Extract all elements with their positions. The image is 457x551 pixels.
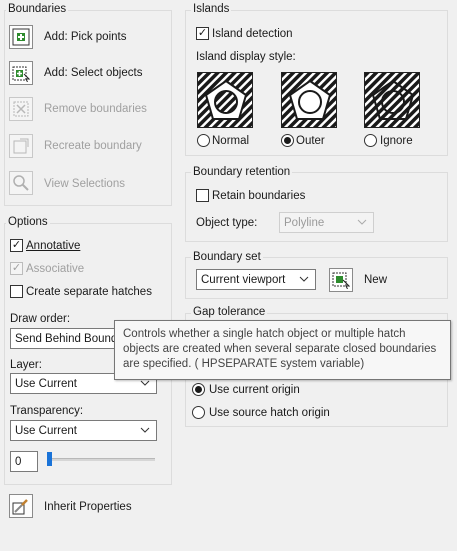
layer-label: Layer: bbox=[10, 359, 42, 371]
select-new-icon bbox=[332, 272, 350, 289]
island-detection-label[interactable]: Island detection bbox=[212, 28, 293, 40]
transparency-number-input[interactable]: 0 bbox=[10, 451, 38, 472]
island-ignore-preview[interactable] bbox=[364, 72, 420, 128]
recreate-boundary-label[interactable]: Recreate boundary bbox=[44, 140, 142, 152]
use-current-origin-radio[interactable] bbox=[192, 383, 205, 396]
recreate-boundary-button[interactable] bbox=[9, 134, 33, 158]
gap-tolerance-title: Gap tolerance bbox=[191, 306, 268, 318]
transparency-slider-thumb[interactable] bbox=[47, 452, 52, 466]
options-title: Options bbox=[6, 216, 50, 228]
create-separate-hatches-label[interactable]: Create separate hatches bbox=[26, 286, 152, 298]
island-normal-label[interactable]: Normal bbox=[212, 135, 249, 147]
associative-checkbox[interactable]: ✓ bbox=[10, 262, 23, 275]
brush-icon bbox=[12, 499, 28, 515]
remove-boundaries-icon bbox=[13, 101, 29, 117]
chevron-down-icon bbox=[140, 427, 150, 433]
island-outer-preview[interactable] bbox=[281, 72, 337, 128]
draw-order-label: Draw order: bbox=[10, 313, 71, 325]
island-normal-image bbox=[198, 73, 252, 127]
chevron-down-icon bbox=[299, 276, 309, 282]
recreate-boundary-icon bbox=[13, 138, 29, 154]
associative-label[interactable]: Associative bbox=[26, 263, 84, 275]
magnifier-icon bbox=[13, 175, 29, 191]
object-type-select[interactable]: Polyline bbox=[279, 212, 374, 233]
island-normal-radio[interactable] bbox=[197, 134, 210, 147]
boundary-set-title: Boundary set bbox=[191, 251, 263, 263]
retain-boundaries-checkbox[interactable] bbox=[196, 189, 209, 202]
boundaries-title: Boundaries bbox=[6, 3, 69, 15]
island-ignore-radio[interactable] bbox=[364, 134, 377, 147]
transparency-value: Use Current bbox=[15, 424, 77, 437]
remove-boundaries-button[interactable] bbox=[9, 97, 33, 121]
boundary-set-select[interactable]: Current viewport bbox=[196, 269, 316, 290]
select-objects-icon bbox=[12, 66, 30, 82]
island-ignore-label[interactable]: Ignore bbox=[380, 135, 413, 147]
island-outer-label[interactable]: Outer bbox=[296, 135, 325, 147]
use-current-origin-label[interactable]: Use current origin bbox=[209, 384, 300, 396]
island-normal-preview[interactable] bbox=[197, 72, 253, 128]
new-boundary-set-button[interactable] bbox=[329, 268, 353, 292]
island-outer-radio[interactable] bbox=[281, 134, 294, 147]
chevron-down-icon bbox=[357, 219, 367, 225]
inherit-properties-label[interactable]: Inherit Properties bbox=[44, 501, 132, 513]
transparency-number: 0 bbox=[15, 455, 22, 468]
islands-title: Islands bbox=[191, 3, 232, 15]
add-select-objects-label[interactable]: Add: Select objects bbox=[44, 67, 142, 79]
retain-boundaries-label[interactable]: Retain boundaries bbox=[212, 190, 305, 202]
pick-points-icon bbox=[12, 28, 30, 46]
island-display-style-label: Island display style: bbox=[196, 51, 296, 63]
add-pick-points-label[interactable]: Add: Pick points bbox=[44, 31, 126, 43]
add-pick-points-button[interactable] bbox=[9, 25, 33, 49]
view-selections-button[interactable] bbox=[9, 171, 33, 195]
remove-boundaries-label[interactable]: Remove boundaries bbox=[44, 103, 147, 115]
view-selections-label[interactable]: View Selections bbox=[44, 178, 125, 190]
add-select-objects-button[interactable] bbox=[9, 61, 33, 85]
annotative-text: Annotative bbox=[26, 240, 81, 252]
boundary-retention-title: Boundary retention bbox=[191, 166, 293, 178]
layer-value: Use Current bbox=[15, 377, 77, 390]
tooltip: Controls whether a single hatch object o… bbox=[114, 320, 451, 380]
island-ignore-image bbox=[365, 73, 419, 127]
annotative-label[interactable]: Annotative bbox=[26, 240, 80, 252]
annotative-checkbox[interactable]: ✓ bbox=[10, 239, 23, 252]
object-type-label: Object type: bbox=[196, 217, 258, 229]
inherit-properties-button[interactable] bbox=[9, 494, 33, 518]
new-boundary-set-label[interactable]: New bbox=[364, 274, 387, 286]
island-detection-checkbox[interactable]: ✓ bbox=[196, 27, 209, 40]
create-separate-hatches-checkbox[interactable] bbox=[10, 285, 23, 298]
transparency-label: Transparency: bbox=[10, 405, 84, 417]
island-outer-image bbox=[282, 73, 336, 127]
transparency-slider-track[interactable] bbox=[47, 458, 155, 461]
transparency-select[interactable]: Use Current bbox=[10, 420, 157, 441]
boundary-set-value: Current viewport bbox=[201, 273, 286, 286]
draw-order-value: Send Behind Bounda bbox=[15, 332, 124, 345]
use-source-origin-radio[interactable] bbox=[192, 406, 205, 419]
object-type-value: Polyline bbox=[284, 216, 325, 229]
use-source-origin-label[interactable]: Use source hatch origin bbox=[209, 407, 330, 419]
